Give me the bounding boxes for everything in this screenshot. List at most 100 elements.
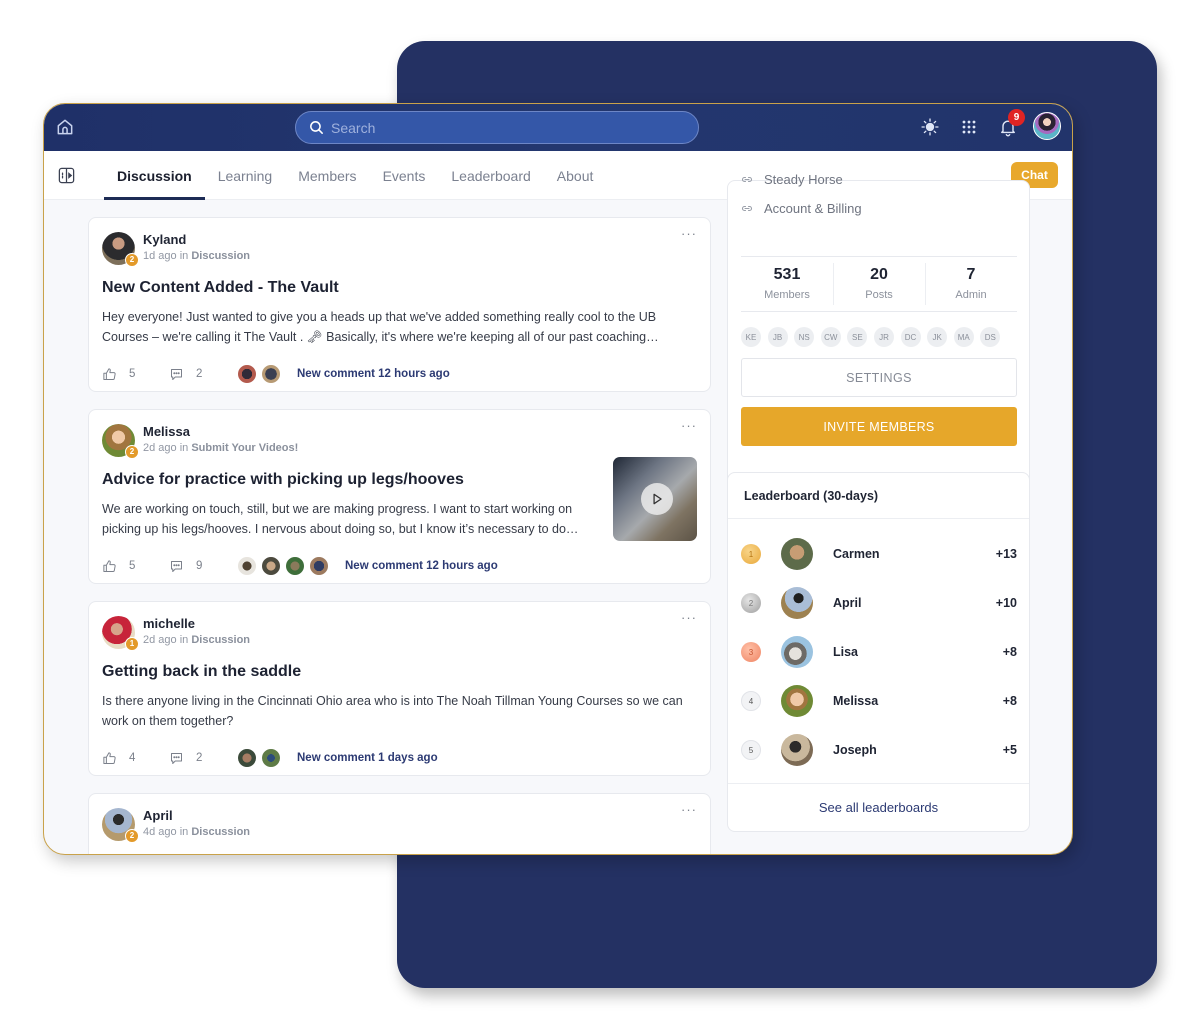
member-initials-list: KE JB NS CW SE JR DC JK MA DS xyxy=(741,327,1007,347)
member-avatar[interactable]: DC xyxy=(900,327,921,347)
post-category[interactable]: Discussion xyxy=(191,826,250,838)
tab-members[interactable]: Members xyxy=(285,151,369,200)
search-input[interactable] xyxy=(331,119,691,136)
leaderboard-row[interactable]: 1 Carmen +13 xyxy=(741,537,1017,571)
member-avatar[interactable]: CW xyxy=(820,327,841,347)
app-window: 9 Discussion Learning Members Events Lea… xyxy=(43,103,1073,855)
level-badge: 2 xyxy=(125,444,139,459)
post-header: 2 April 4d ago in Discussion xyxy=(102,807,697,843)
see-all-leaderboards-link[interactable]: See all leaderboards xyxy=(728,800,1029,815)
leaderboard-row[interactable]: 2 April +10 xyxy=(741,586,1017,620)
author-avatar[interactable]: 2 xyxy=(102,231,139,267)
sidebar-toggle-icon[interactable] xyxy=(57,166,76,185)
like-icon[interactable] xyxy=(102,559,117,574)
divider xyxy=(728,783,1029,784)
tab-events[interactable]: Events xyxy=(370,151,439,200)
commenter-avatar xyxy=(261,556,281,576)
member-avatar[interactable]: JK xyxy=(927,327,948,347)
apps-grid-icon[interactable] xyxy=(959,117,979,137)
post-header: 2 Kyland 1d ago in Discussion xyxy=(102,231,697,267)
member-avatar[interactable]: KE xyxy=(741,327,761,347)
sun-icon[interactable] xyxy=(920,117,940,137)
comment-icon[interactable] xyxy=(169,751,184,766)
leaderboard-avatar xyxy=(781,734,813,766)
rank-number: 4 xyxy=(741,691,761,711)
post-meta: 2d ago in Submit Your Videos! xyxy=(143,442,299,454)
author-name[interactable]: April xyxy=(143,808,250,824)
comment-count: 9 xyxy=(196,560,203,572)
leaderboard-avatar xyxy=(781,636,813,668)
tab-learning[interactable]: Learning xyxy=(205,151,286,200)
member-avatar[interactable]: JB xyxy=(767,327,788,347)
user-avatar[interactable] xyxy=(1033,112,1061,140)
new-comment-link[interactable]: New comment 12 hours ago xyxy=(345,560,498,572)
commenter-avatars xyxy=(237,748,285,768)
member-avatar[interactable]: NS xyxy=(794,327,815,347)
post-footer: 4 2 New comment 1 days ago xyxy=(102,735,697,781)
new-comment-link[interactable]: New comment 1 days ago xyxy=(297,752,438,764)
sidebar-link-account-billing[interactable]: Account & Billing xyxy=(741,201,862,216)
level-badge: 2 xyxy=(125,252,139,267)
author-name[interactable]: michelle xyxy=(143,616,250,632)
leaderboard-name: April xyxy=(833,596,862,610)
stat-admin[interactable]: 7 Admin xyxy=(925,257,1017,311)
post-card[interactable]: 2 April 4d ago in Discussion ··· xyxy=(88,793,711,854)
post-card[interactable]: 1 michelle 2d ago in Discussion ··· Gett… xyxy=(88,601,711,776)
post-header: 2 Melissa 2d ago in Submit Your Videos! xyxy=(102,423,697,459)
home-icon[interactable] xyxy=(55,117,75,137)
post-title[interactable]: Getting back in the saddle xyxy=(102,661,697,683)
play-icon[interactable] xyxy=(641,483,673,515)
video-thumbnail[interactable] xyxy=(613,457,697,541)
comment-icon[interactable] xyxy=(169,367,184,382)
top-navigation-bar: 9 xyxy=(44,104,1072,151)
more-options-button[interactable]: ··· xyxy=(681,610,697,625)
post-title[interactable]: Advice for practice with picking up legs… xyxy=(102,469,697,491)
more-options-button[interactable]: ··· xyxy=(681,802,697,817)
comment-count: 2 xyxy=(196,368,203,380)
tab-list: Discussion Learning Members Events Leade… xyxy=(104,151,606,200)
tab-leaderboard[interactable]: Leaderboard xyxy=(438,151,543,200)
post-meta: 1d ago in Discussion xyxy=(143,250,251,262)
community-stats: 531 Members 20 Posts 7 Admin xyxy=(741,256,1017,312)
settings-button[interactable]: SETTINGS xyxy=(741,358,1017,397)
search-bar[interactable] xyxy=(295,111,699,144)
leaderboard-name: Lisa xyxy=(833,645,859,659)
leaderboard-row[interactable]: 3 Lisa +8 xyxy=(741,635,1017,669)
leaderboard-name: Carmen xyxy=(833,547,880,561)
more-options-button[interactable]: ··· xyxy=(681,418,697,433)
link-icon xyxy=(741,176,753,182)
member-avatar[interactable]: JR xyxy=(873,327,894,347)
leaderboard-name: Joseph xyxy=(833,743,877,757)
post-title[interactable]: New Content Added - The Vault xyxy=(102,277,697,299)
post-card[interactable]: 2 Kyland 1d ago in Discussion ··· New Co… xyxy=(88,217,711,392)
author-avatar[interactable]: 2 xyxy=(102,423,139,459)
author-name[interactable]: Melissa xyxy=(143,424,298,440)
like-icon[interactable] xyxy=(102,367,117,382)
new-comment-link[interactable]: New comment 12 hours ago xyxy=(297,368,450,380)
post-card[interactable]: 2 Melissa 2d ago in Submit Your Videos! … xyxy=(88,409,711,584)
rank-medal-bronze: 3 xyxy=(741,642,761,662)
like-icon[interactable] xyxy=(102,751,117,766)
author-name[interactable]: Kyland xyxy=(143,232,250,248)
member-avatar[interactable]: MA xyxy=(953,327,974,347)
post-category[interactable]: Discussion xyxy=(191,634,250,646)
author-avatar[interactable]: 2 xyxy=(102,807,139,843)
level-badge: 1 xyxy=(125,636,139,651)
author-avatar[interactable]: 1 xyxy=(102,615,139,651)
member-avatar[interactable]: SE xyxy=(847,327,868,347)
sidebar-link-steady-horse[interactable]: Steady Horse xyxy=(741,172,843,187)
invite-members-button[interactable]: INVITE MEMBERS xyxy=(741,407,1017,446)
comment-icon[interactable] xyxy=(169,559,184,574)
tab-about[interactable]: About xyxy=(544,151,607,200)
leaderboard-row[interactable]: 4 Melissa +8 xyxy=(741,684,1017,718)
post-category[interactable]: Discussion xyxy=(191,250,250,262)
post-category[interactable]: Submit Your Videos! xyxy=(191,442,298,454)
more-options-button[interactable]: ··· xyxy=(681,226,697,241)
like-count: 5 xyxy=(129,560,136,572)
leaderboard-avatar xyxy=(781,587,813,619)
tab-discussion[interactable]: Discussion xyxy=(104,151,205,200)
member-avatar[interactable]: DS xyxy=(980,327,1001,347)
stat-members[interactable]: 531 Members xyxy=(741,257,833,311)
comment-count: 2 xyxy=(196,752,203,764)
leaderboard-row[interactable]: 5 Joseph +5 xyxy=(741,733,1017,767)
